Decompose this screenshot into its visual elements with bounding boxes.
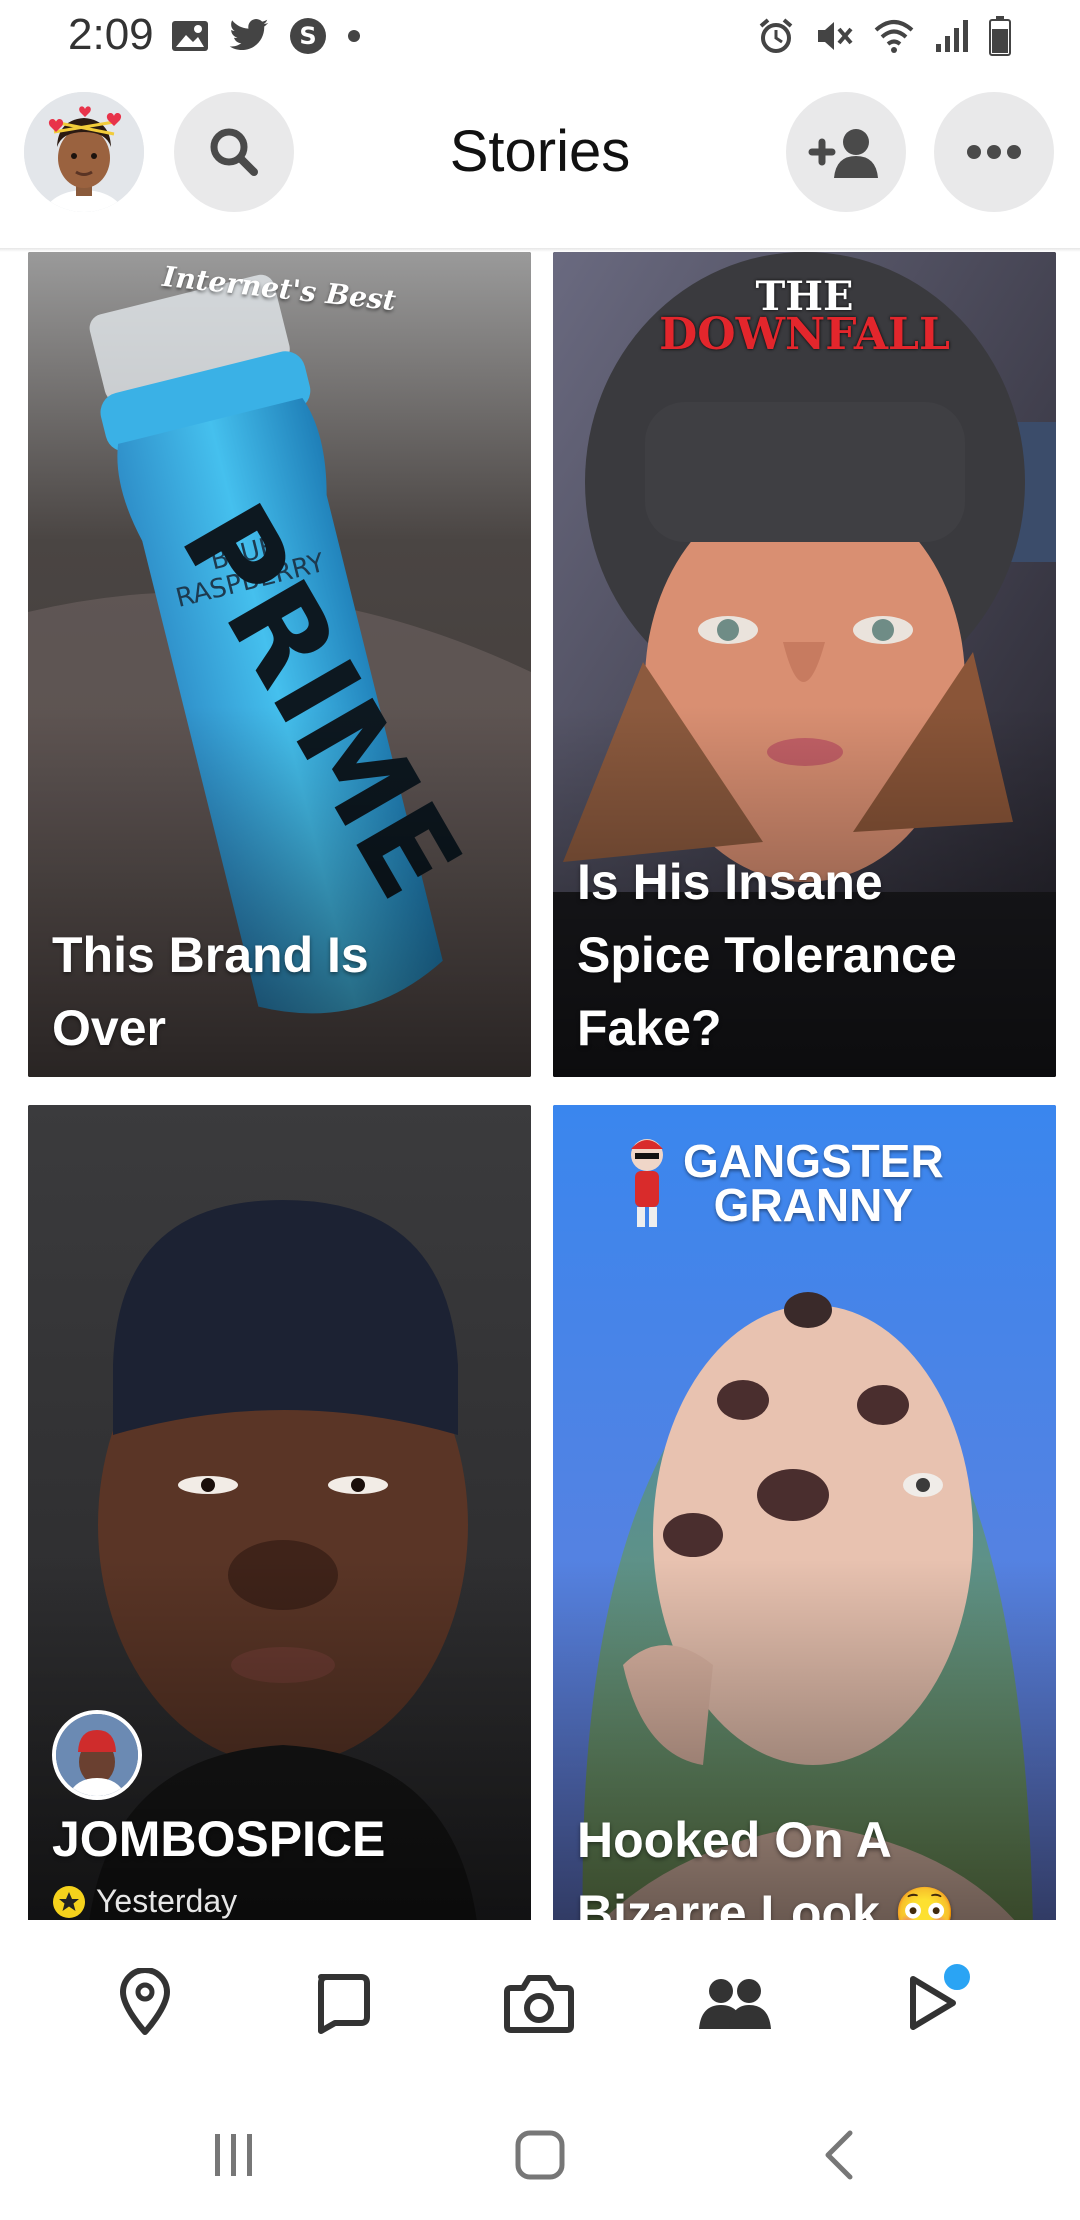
system-nav [0,2080,1080,2220]
story-title: This Brand Is Over [52,927,369,1056]
friends-icon [699,1979,771,2029]
dot-icon [346,28,362,44]
recents-icon [215,2134,252,2176]
svg-text:S: S [299,22,316,50]
s-app-icon: S [288,16,328,56]
home-button[interactable] [500,2120,580,2190]
gallery-icon [170,18,210,54]
page-title: Stories [449,119,631,184]
twitter-icon [228,18,270,54]
nav-spotlight[interactable] [886,1958,976,2048]
header: Stories [0,78,1080,248]
story-title: Is His Insane Spice Tolerance Fake? [577,854,957,1056]
story-timestamp: Yesterday [96,1883,238,1919]
battery-icon [988,15,1012,57]
more-icon [967,145,1021,159]
camera-icon [504,1975,574,2033]
story-tile[interactable]: JOMBOSPICE Yesterday [28,1105,531,1920]
story-tile[interactable]: BLUE RASPBERRY PRIME Internet's Best Thi… [28,252,531,1077]
add-friend-button[interactable] [786,92,906,212]
creator-name: JOMBOSPICE [52,1811,386,1867]
alarm-icon [756,16,796,56]
wifi-icon [872,16,916,56]
home-icon [515,2130,565,2180]
status-time: 2:09 [68,10,154,59]
star-badge-icon [53,1885,85,1918]
stories-grid: BLUE RASPBERRY PRIME Internet's Best Thi… [28,252,1058,1920]
story-tile[interactable]: GANGSTER GRANNY Hooked On A Bizarre Look… [553,1105,1056,1920]
creator-avatar [52,1710,142,1800]
more-button[interactable] [934,92,1054,212]
signal-icon [934,16,970,56]
nav-camera[interactable] [494,1958,584,2048]
chat-icon [318,1974,370,2034]
back-icon [825,2130,853,2180]
story-title: Hooked On A Bizarre Look 😳 [577,1812,957,1920]
back-button[interactable] [800,2120,880,2190]
story-publisher-logo: Internet's Best [161,259,398,318]
nav-friends[interactable] [690,1958,780,2048]
story-publisher-logo: GANGSTER GRANNY [623,1133,944,1233]
mute-icon [814,16,854,56]
notification-dot [940,1960,974,1994]
status-bar: 2:09 S [0,0,1080,70]
story-tile[interactable]: THE DOWNFALL Is His Insane Spice Toleran… [553,252,1056,1077]
add-friend-icon [808,129,878,178]
gangster-granny-mascot-icon [631,1139,663,1227]
recents-button[interactable] [194,2120,274,2190]
nav-chat[interactable] [296,1958,386,2048]
bottom-nav [0,1920,1080,2080]
nav-map[interactable] [100,1958,190,2048]
map-icon [120,1968,170,2035]
story-publisher-logo: THE DOWNFALL [659,273,950,360]
